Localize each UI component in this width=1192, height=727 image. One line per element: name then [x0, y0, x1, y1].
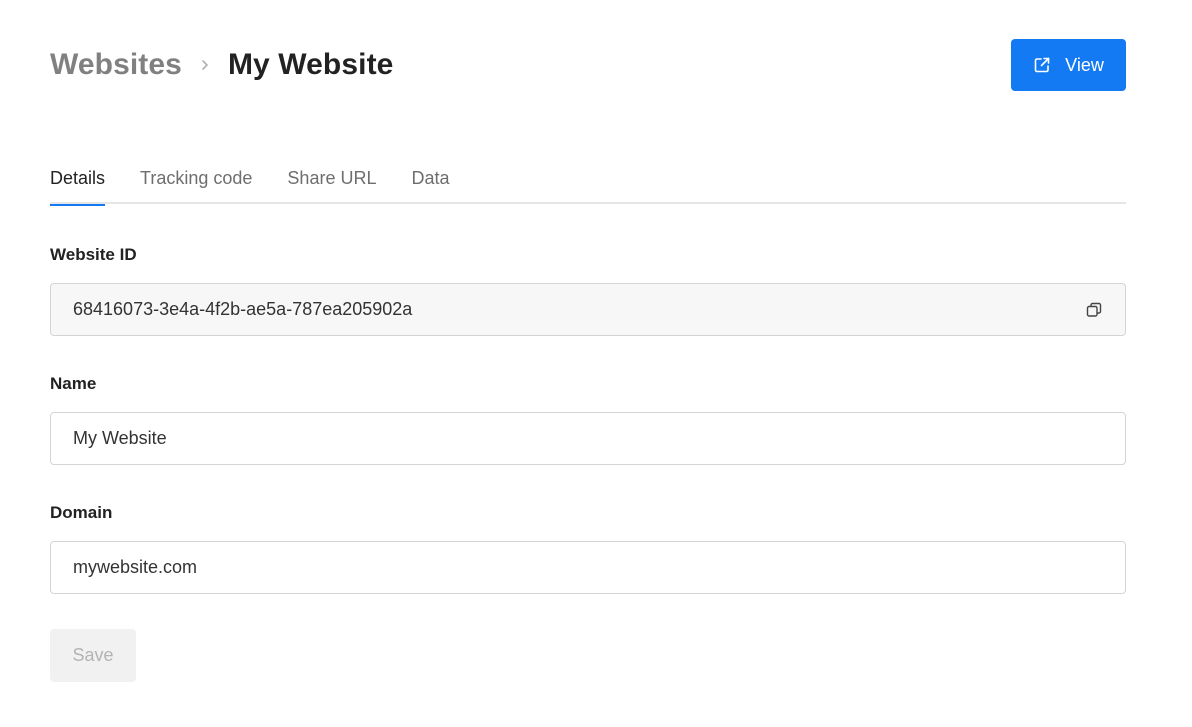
- view-button-label: View: [1065, 54, 1104, 75]
- domain-input[interactable]: [51, 542, 1125, 593]
- tab-data[interactable]: Data: [411, 160, 449, 204]
- website-settings-page: Websites My Website View Details Trackin…: [0, 0, 1192, 727]
- name-box: [50, 412, 1126, 465]
- domain-label: Domain: [50, 503, 113, 522]
- domain-field: Domain: [50, 501, 1126, 594]
- website-id-label: Website ID: [50, 245, 137, 264]
- tab-details[interactable]: Details: [50, 160, 106, 206]
- website-id-box: [50, 283, 1126, 336]
- breadcrumb: Websites My Website: [50, 47, 393, 83]
- tab-share-url[interactable]: Share URL: [287, 160, 376, 204]
- tab-bar: Details Tracking code Share URL Data: [50, 160, 1126, 206]
- website-id-input[interactable]: [51, 284, 1125, 335]
- chevron-right-icon: [182, 47, 228, 83]
- tab-tracking-code[interactable]: Tracking code: [140, 160, 252, 204]
- copy-icon[interactable]: [1085, 301, 1103, 319]
- page-title: My Website: [227, 48, 394, 81]
- breadcrumb-websites-link[interactable]: Websites: [50, 48, 182, 82]
- name-field: Name: [50, 372, 1126, 465]
- view-button[interactable]: View: [1011, 39, 1126, 91]
- website-id-field: Website ID: [50, 243, 1126, 336]
- domain-box: [50, 541, 1126, 594]
- name-label: Name: [50, 374, 97, 393]
- name-input[interactable]: [51, 413, 1125, 464]
- save-button[interactable]: Save: [50, 629, 136, 682]
- external-link-icon: [1033, 56, 1051, 74]
- page-header: Websites My Website View: [50, 39, 1126, 91]
